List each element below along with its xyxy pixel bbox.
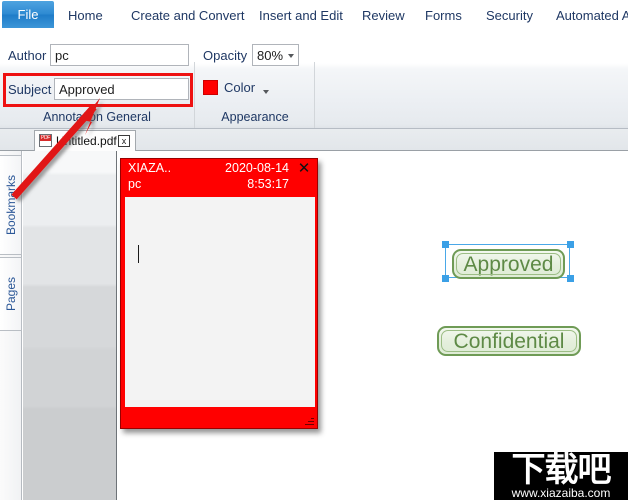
- sticky-note-subject: XIAZA..: [128, 161, 172, 175]
- chevron-down-icon-opacity[interactable]: [288, 54, 294, 58]
- color-label: Color: [224, 80, 256, 95]
- tab-file[interactable]: File: [2, 1, 54, 28]
- stamp-approved[interactable]: Approved: [452, 249, 565, 279]
- sticky-note-popup[interactable]: XIAZA.. pc 2020-08-14 8:53:17 ✕: [120, 158, 318, 429]
- tab-insert-and-edit[interactable]: Insert and Edit: [259, 0, 343, 30]
- sidebar-item-bookmarks-label: Bookmarks: [3, 174, 18, 236]
- document-tab-strip: PDF Untitled.pdf x: [0, 129, 628, 151]
- sticky-note-author: pc: [128, 177, 142, 191]
- author-label: Author: [8, 48, 47, 63]
- stamp-approved-label: Approved: [463, 253, 554, 276]
- author-input[interactable]: pc: [50, 44, 189, 66]
- tab-review[interactable]: Review: [362, 0, 405, 30]
- resize-handle-top-right[interactable]: [567, 241, 574, 248]
- watermark-logo: 下载吧 www.xiazaiba.com: [494, 452, 628, 500]
- sticky-note-date: 2020-08-14: [225, 161, 289, 175]
- tab-home[interactable]: Home: [68, 0, 103, 30]
- stamp-confidential[interactable]: Confidential: [437, 326, 581, 356]
- annotation-highlight-rect: [3, 73, 193, 107]
- resize-handle-bottom-right[interactable]: [567, 275, 574, 282]
- document-tab-label: Untitled.pdf: [56, 134, 117, 148]
- tab-forms[interactable]: Forms: [425, 0, 462, 30]
- sticky-note-header[interactable]: XIAZA.. pc 2020-08-14 8:53:17 ✕: [121, 159, 317, 197]
- sidebar-item-bookmarks[interactable]: Bookmarks: [0, 155, 22, 255]
- resize-handle-bottom-left[interactable]: [442, 275, 449, 282]
- ribbon-tab-bar: File Home Create and Convert Insert and …: [0, 0, 628, 30]
- group-title-annotation-general: Annotation General: [43, 110, 151, 124]
- sticky-note-time: 8:53:17: [247, 177, 289, 191]
- color-swatch[interactable]: [203, 80, 218, 95]
- pdf-file-icon: PDF: [39, 134, 52, 147]
- ribbon-group-divider-2: [314, 62, 315, 128]
- stamp-confidential-label: Confidential: [453, 330, 565, 353]
- sidebar-item-pages-label: Pages: [3, 276, 18, 312]
- resize-handle-top-left[interactable]: [442, 241, 449, 248]
- tab-create-and-convert[interactable]: Create and Convert: [131, 0, 244, 30]
- chevron-down-icon-color[interactable]: [263, 90, 269, 94]
- document-tab-untitled-pdf[interactable]: PDF Untitled.pdf x: [34, 130, 136, 151]
- tab-automated-actions[interactable]: Automated A: [556, 0, 628, 30]
- opacity-label: Opacity: [203, 48, 248, 63]
- left-nav-panel: Bookmarks Pages: [0, 151, 22, 500]
- ribbon-group-divider-1: [194, 62, 195, 128]
- close-icon[interactable]: ✕: [297, 161, 311, 176]
- text-caret: [138, 245, 139, 263]
- sticky-note-textarea[interactable]: [125, 197, 315, 407]
- tab-security[interactable]: Security: [486, 0, 533, 30]
- close-icon[interactable]: x: [118, 135, 130, 147]
- group-title-appearance: Appearance: [221, 110, 289, 124]
- resize-grip-icon[interactable]: [305, 416, 314, 425]
- sidebar-item-pages[interactable]: Pages: [0, 257, 22, 331]
- page-thumbnail-panel[interactable]: [23, 151, 117, 500]
- watermark-glyphs: 下载吧: [511, 452, 612, 490]
- watermark-url: www.xiazaiba.com: [511, 486, 611, 500]
